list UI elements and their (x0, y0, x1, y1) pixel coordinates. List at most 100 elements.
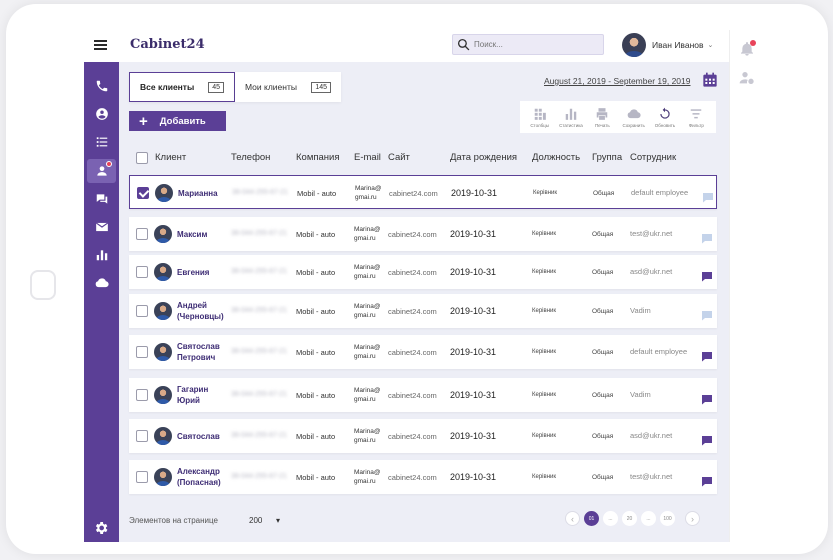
stats-button[interactable]: Статистика (556, 107, 586, 128)
sidebar-item-chat[interactable] (87, 187, 116, 211)
date-range[interactable]: August 21, 2019 - September 19, 2019 (544, 76, 691, 86)
client-name[interactable]: Евгения (177, 267, 209, 278)
chat-button[interactable] (701, 392, 713, 405)
email-line: gmai.ru (354, 437, 376, 444)
header-dob[interactable]: Дата рождения (450, 152, 517, 163)
table-row[interactable]: Гагарин Юрий 38-044-255-67-21 Mobil - au… (129, 378, 717, 412)
table-row[interactable]: Марианна 38-044-255-67-21 Mobil - auto M… (129, 175, 717, 209)
print-button[interactable]: Печать (587, 107, 617, 128)
client-site[interactable]: cabinet24.com (388, 473, 437, 482)
header-site[interactable]: Сайт (388, 152, 410, 163)
header-employee[interactable]: Сотрудник (630, 152, 676, 163)
table-row[interactable]: Святослав Петрович 38-044-255-67-21 Mobi… (129, 335, 717, 369)
sidebar-item-tasks[interactable] (87, 130, 116, 154)
row-checkbox[interactable] (136, 228, 148, 240)
row-checkbox[interactable] (136, 389, 148, 401)
notifications-button[interactable] (739, 40, 756, 57)
row-checkbox[interactable] (136, 266, 148, 278)
client-site[interactable]: cabinet24.com (388, 268, 437, 277)
row-checkbox[interactable] (136, 430, 148, 442)
client-email[interactable]: Marina@ gmai.ru (354, 468, 380, 486)
page-button[interactable]: 100 (660, 511, 675, 526)
client-name[interactable]: Святослав (177, 431, 220, 442)
row-checkbox[interactable] (136, 471, 148, 483)
user-settings-button[interactable] (739, 70, 755, 86)
refresh-button[interactable]: Обновить (650, 107, 680, 128)
sidebar-item-cloud[interactable] (87, 271, 116, 295)
client-tabs: Все клиенты 45 Мои клиенты 145 (129, 72, 341, 102)
header-position[interactable]: Должность (532, 152, 580, 163)
client-name[interactable]: Александр (Попасная) (177, 466, 221, 488)
sidebar-item-clients[interactable] (87, 159, 116, 183)
avatar (154, 468, 172, 486)
settings-button[interactable] (93, 520, 109, 536)
sidebar-item-contacts[interactable] (87, 102, 116, 126)
client-site[interactable]: cabinet24.com (388, 348, 437, 357)
columns-button[interactable]: Столбцы (525, 107, 555, 128)
user-name: Иван Иванов (652, 40, 704, 50)
page-button[interactable]: 01 (584, 511, 599, 526)
client-phone: 38-044-255-67-21 (231, 307, 288, 314)
sidebar-item-calls[interactable] (87, 74, 116, 98)
client-name[interactable]: Гагарин Юрий (177, 384, 208, 406)
sidebar-item-analytics[interactable] (87, 243, 116, 267)
search-input[interactable] (474, 40, 594, 49)
header-client[interactable]: Клиент (155, 152, 186, 163)
client-email[interactable]: Marina@ gmai.ru (355, 184, 381, 202)
client-name[interactable]: Святослав Петрович (177, 341, 220, 363)
header-phone[interactable]: Телефон (231, 152, 270, 163)
calendar-icon[interactable] (702, 72, 718, 88)
row-checkbox[interactable] (137, 187, 149, 199)
filter-button[interactable]: Фильтр (681, 107, 711, 128)
save-button[interactable]: Сохранить (619, 107, 649, 128)
client-email[interactable]: Marina@ gmai.ru (354, 302, 380, 320)
table-row[interactable]: Александр (Попасная) 38-044-255-67-21 Mo… (129, 460, 717, 494)
prev-page-button[interactable]: ‹ (565, 511, 580, 526)
search-box[interactable] (452, 34, 604, 55)
client-email[interactable]: Marina@ gmai.ru (354, 427, 380, 445)
client-site[interactable]: cabinet24.com (388, 307, 437, 316)
chat-button[interactable] (701, 231, 713, 244)
client-email[interactable]: Marina@ gmai.ru (354, 386, 380, 404)
page-button[interactable]: 20 (622, 511, 637, 526)
row-checkbox[interactable] (136, 346, 148, 358)
row-checkbox[interactable] (136, 305, 148, 317)
chat-button[interactable] (701, 308, 713, 321)
header-company[interactable]: Компания (296, 152, 339, 163)
client-name[interactable]: Марианна (178, 188, 218, 199)
menu-icon[interactable] (94, 40, 107, 50)
chat-button[interactable] (701, 349, 713, 362)
table-row[interactable]: Святослав 38-044-255-67-21 Mobil - auto … (129, 419, 717, 453)
tab-all-clients[interactable]: Все клиенты 45 (129, 72, 235, 102)
chat-button[interactable] (701, 474, 713, 487)
next-page-button[interactable]: › (685, 511, 700, 526)
avatar (154, 427, 172, 445)
chat-bubble-icon (702, 272, 712, 282)
table-header: Клиент Телефон Компания E-mail Сайт Дата… (129, 144, 719, 172)
table-row[interactable]: Максим 38-044-255-67-21 Mobil - auto Mar… (129, 217, 717, 251)
chat-button[interactable] (701, 433, 713, 446)
client-site[interactable]: cabinet24.com (388, 230, 437, 239)
client-site[interactable]: cabinet24.com (389, 189, 438, 198)
user-menu[interactable]: Иван Иванов ⌄ (622, 32, 713, 58)
header-email[interactable]: E-mail (354, 152, 381, 163)
client-email[interactable]: Marina@ gmai.ru (354, 343, 380, 361)
chat-button[interactable] (702, 190, 714, 203)
client-name[interactable]: Андрей (Черновцы) (177, 300, 224, 322)
client-email[interactable]: Marina@ gmai.ru (354, 263, 380, 281)
table-row[interactable]: Евгения 38-044-255-67-21 Mobil - auto Ma… (129, 255, 717, 289)
select-all-checkbox[interactable] (136, 152, 148, 164)
table-row[interactable]: Андрей (Черновцы) 38-044-255-67-21 Mobil… (129, 294, 717, 328)
client-name[interactable]: Максим (177, 229, 207, 240)
avatar (155, 184, 173, 202)
client-site[interactable]: cabinet24.com (388, 391, 437, 400)
header-group[interactable]: Группа (592, 152, 622, 163)
client-email[interactable]: Marina@ gmai.ru (354, 225, 380, 243)
home-button[interactable] (30, 270, 56, 300)
chat-button[interactable] (701, 269, 713, 282)
client-site[interactable]: cabinet24.com (388, 432, 437, 441)
sidebar-item-mail[interactable] (87, 215, 116, 239)
per-page-select[interactable]: 200 ▾ (246, 512, 280, 528)
add-client-button[interactable]: + Добавить (129, 111, 226, 131)
tab-my-clients[interactable]: Мои клиенты 145 (235, 72, 341, 102)
